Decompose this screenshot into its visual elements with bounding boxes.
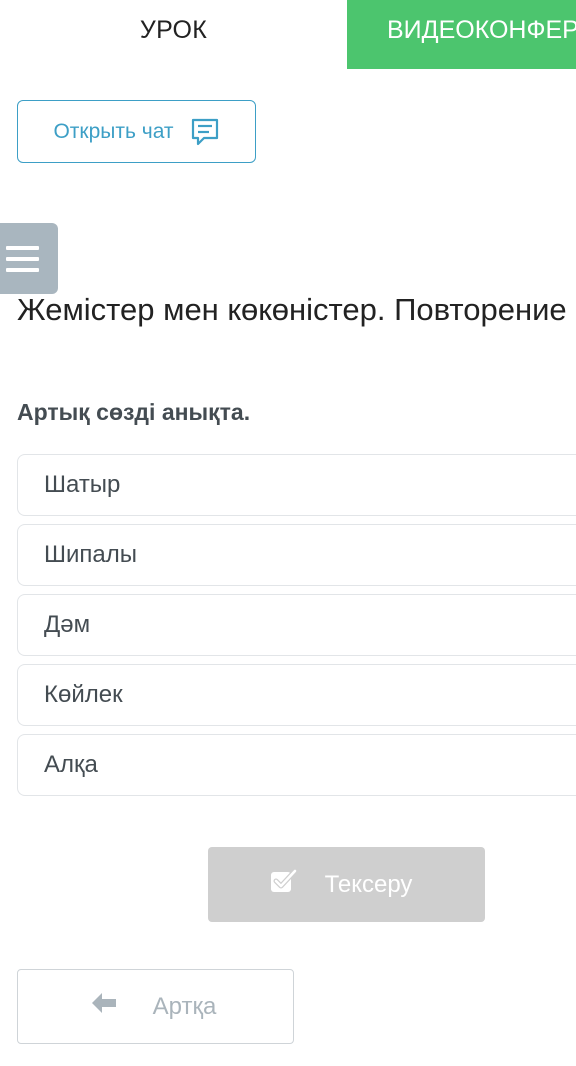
top-tabs: УРОК ВИДЕОКОНФЕРЕНЦИЯ (0, 0, 576, 69)
answer-options: Шатыр Шипалы Дәм Көйлек Алқа (17, 454, 576, 804)
check-button[interactable]: Тексеру (208, 847, 485, 922)
check-button-label: Тексеру (324, 870, 413, 898)
open-chat-button[interactable]: Открыть чат (17, 100, 256, 163)
question-text: Артық сөзді анықта. (17, 399, 251, 425)
open-chat-label: Открыть чат (53, 119, 174, 143)
arrow-left-icon (91, 992, 117, 1021)
answer-option[interactable]: Шипалы (17, 524, 576, 586)
menu-bar (5, 245, 39, 250)
answer-option[interactable]: Көйлек (17, 664, 576, 726)
checkbox-check-icon (269, 868, 298, 901)
answer-option[interactable]: Шатыр (17, 454, 576, 516)
tab-videoconference[interactable]: ВИДЕОКОНФЕРЕНЦИЯ (347, 0, 576, 69)
menu-bar (5, 267, 39, 272)
answer-option[interactable]: Алқа (17, 734, 576, 796)
back-button-label: Артқа (152, 992, 217, 1020)
back-button[interactable]: Артқа (17, 969, 294, 1044)
hamburger-menu-icon[interactable] (0, 223, 58, 294)
menu-bar (5, 256, 39, 261)
chat-bubble-icon (190, 117, 220, 147)
lesson-title: Жемістер мен көкөністер. Повторение (17, 292, 567, 327)
tab-lesson[interactable]: УРОК (0, 0, 347, 69)
answer-option[interactable]: Дәм (17, 594, 576, 656)
